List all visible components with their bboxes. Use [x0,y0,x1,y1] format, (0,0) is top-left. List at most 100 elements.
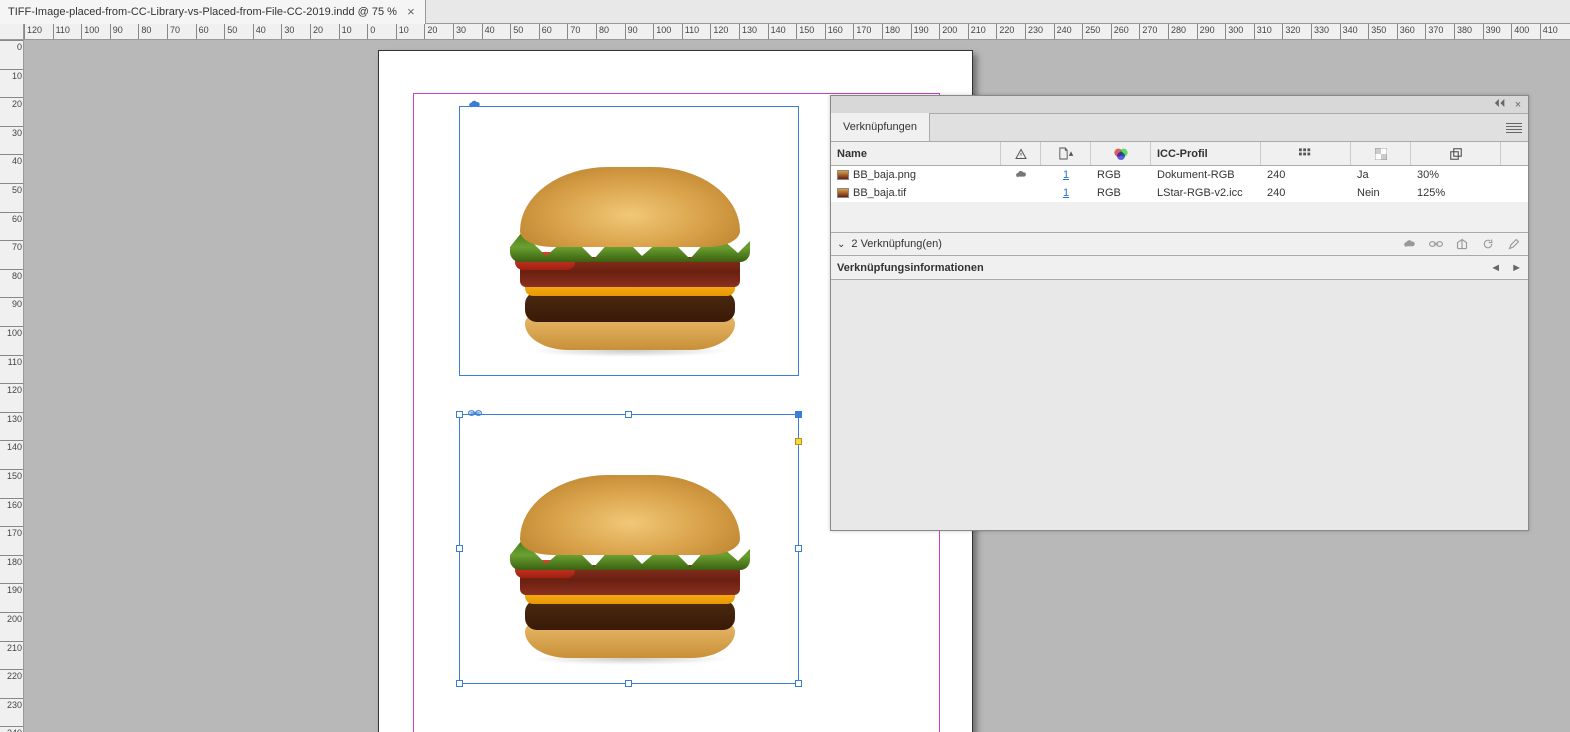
column-colorspace[interactable] [1091,142,1151,165]
panel-titlebar[interactable]: ⏴⏴ × [831,96,1528,114]
ruler-horizontal[interactable]: 1201101009080706050403020100102030405060… [24,24,1570,40]
ruler-tick: 360 [1397,24,1415,40]
update-link-icon[interactable] [1480,236,1496,252]
link-scale: 30% [1417,169,1439,181]
ruler-tick: 130 [0,412,24,424]
link-thumbnail [837,170,849,180]
ruler-tick: 90 [110,24,123,40]
panel-menu-icon[interactable] [1506,120,1522,136]
link-transparency: Nein [1357,187,1380,199]
selection-handle-mr[interactable] [795,545,802,552]
ruler-tick: 330 [1311,24,1329,40]
image-frame-1[interactable] [459,106,799,376]
ruler-tick: 250 [1082,24,1100,40]
ruler-tick: 160 [825,24,843,40]
column-name[interactable]: Name [831,142,1001,165]
info-prev-icon[interactable]: ◄ [1490,262,1501,274]
ruler-tick: 30 [0,126,24,138]
ruler-tick: 200 [0,612,24,624]
column-scale[interactable] [1411,142,1501,165]
chevron-down-icon[interactable]: ⌄ [837,239,845,250]
tab-links[interactable]: Verknüpfungen [831,113,930,141]
column-transparency[interactable] [1351,142,1411,165]
collapse-panel-icon[interactable]: ⏴⏴ [1494,99,1506,111]
document-tab[interactable]: TIFF-Image-placed-from-CC-Library-vs-Pla… [0,0,426,24]
ruler-tick: 40 [482,24,495,40]
reference-point[interactable] [795,438,802,445]
ruler-tick: 290 [1197,24,1215,40]
close-panel-icon[interactable]: × [1512,99,1524,111]
ruler-tick: 410 [1540,24,1558,40]
link-page-number[interactable]: 1 [1063,187,1069,199]
ruler-tick: 120 [0,383,24,395]
ruler-origin[interactable] [0,24,24,40]
cloud-icon [1015,170,1028,180]
close-tab-icon[interactable]: × [405,6,417,18]
link-thumbnail [837,188,849,198]
ruler-tick: 70 [0,240,24,252]
selection-handle-tm[interactable] [625,411,632,418]
relink-icon[interactable] [1428,236,1444,252]
ruler-tick: 210 [0,641,24,653]
page-icon [1058,147,1069,160]
ruler-tick: 60 [0,212,24,224]
selection-handle-tr[interactable] [795,411,802,418]
ruler-tick: 350 [1368,24,1386,40]
ruler-tick: 230 [0,698,24,710]
ruler-tick: 280 [1168,24,1186,40]
selection-handle-br[interactable] [795,680,802,687]
ruler-tick: 240 [0,726,24,732]
ruler-tick: 20 [0,97,24,109]
ruler-tick: 30 [453,24,466,40]
ruler-tick: 180 [0,555,24,567]
ruler-tick: 210 [968,24,986,40]
link-row[interactable]: BB_baja.png1RGBDokument-RGB240Ja30% [831,166,1528,184]
link-info-header[interactable]: Verknüpfungsinformationen ◄ ► [831,256,1528,280]
ruler-tick: 120 [24,24,42,40]
ruler-tick: 70 [167,24,180,40]
panel-spacer [831,202,1528,232]
ruler-tick: 270 [1139,24,1157,40]
selection-handle-bl[interactable] [456,680,463,687]
ruler-tick: 190 [0,583,24,595]
selection-handle-bm[interactable] [625,680,632,687]
selection-handle-ml[interactable] [456,545,463,552]
ruler-tick: 120 [710,24,728,40]
ruler-tick: 50 [510,24,523,40]
column-icc-profile[interactable]: ICC-Profil [1151,142,1261,165]
ruler-tick: 300 [1225,24,1243,40]
column-status[interactable] [1001,142,1041,165]
cc-library-icon[interactable] [1402,236,1418,252]
ruler-tick: 80 [0,269,24,281]
transparency-icon [1375,148,1387,160]
goto-link-icon[interactable] [1454,236,1470,252]
ruler-tick: 220 [996,24,1014,40]
ruler-tick: 180 [882,24,900,40]
ruler-tick: 0 [0,40,24,52]
link-info-body [831,280,1528,530]
image-frame-2-selected[interactable] [459,414,799,684]
ruler-tick: 390 [1483,24,1501,40]
links-column-headers: Name ▴ ICC-Profil [831,142,1528,166]
link-filename: BB_baja.tif [853,187,906,199]
ruler-tick: 60 [196,24,209,40]
ruler-tick: 310 [1254,24,1272,40]
column-page[interactable]: ▴ [1041,142,1091,165]
panel-tab-row: Verknüpfungen [831,114,1528,142]
cloud-icon [468,100,482,110]
selection-handle-tl[interactable] [456,411,463,418]
link-page-number[interactable]: 1 [1063,169,1069,181]
ruler-vertical[interactable]: 0102030405060708090100110120130140150160… [0,40,24,732]
info-next-icon[interactable]: ► [1511,262,1522,274]
sort-indicator-icon: ▴ [1069,148,1074,159]
link-row[interactable]: BB_baja.tif1RGBLStar-RGB-v2.icc240Nein12… [831,184,1528,202]
ruler-tick: 0 [367,24,375,40]
ruler-tick: 80 [596,24,609,40]
ruler-tick: 90 [0,297,24,309]
link-filename: BB_baja.png [853,169,916,181]
link-info-label: Verknüpfungsinformationen [837,262,984,274]
edit-original-icon[interactable] [1506,236,1522,252]
ruler-tick: 10 [0,69,24,81]
column-effective-ppi[interactable] [1261,142,1351,165]
placed-image-burger-2 [500,475,760,665]
